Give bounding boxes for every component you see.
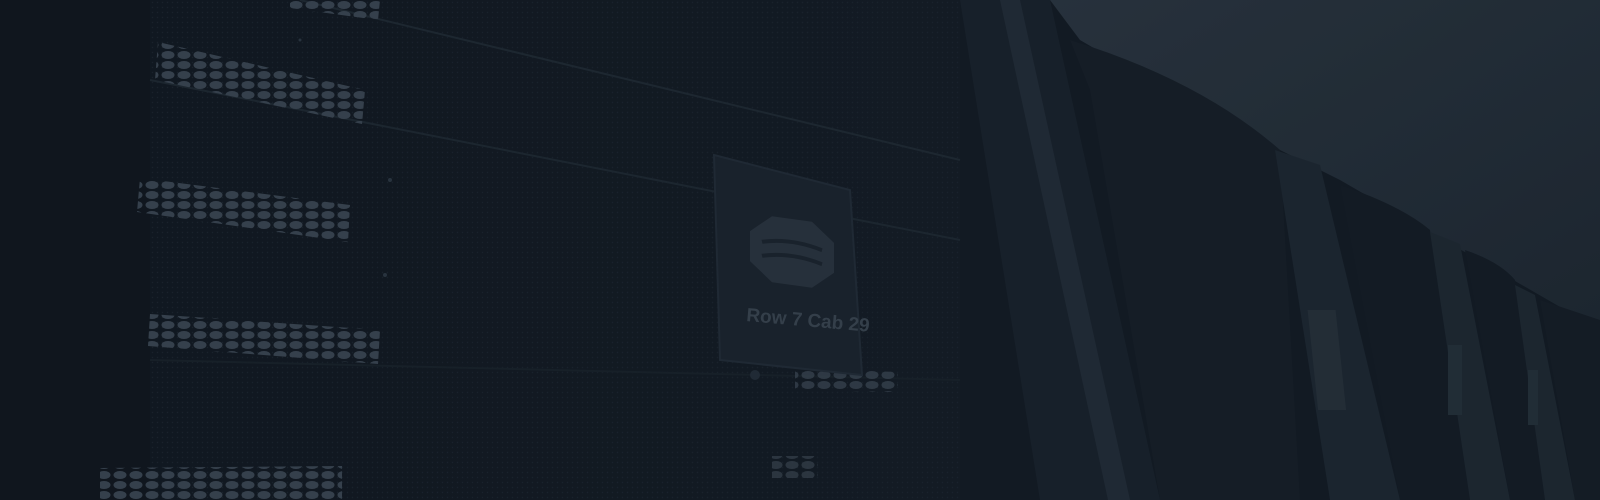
hero-background: Row 7 Cab 29: [0, 0, 1600, 500]
server-rack-photo: Row 7 Cab 29: [0, 0, 1600, 500]
